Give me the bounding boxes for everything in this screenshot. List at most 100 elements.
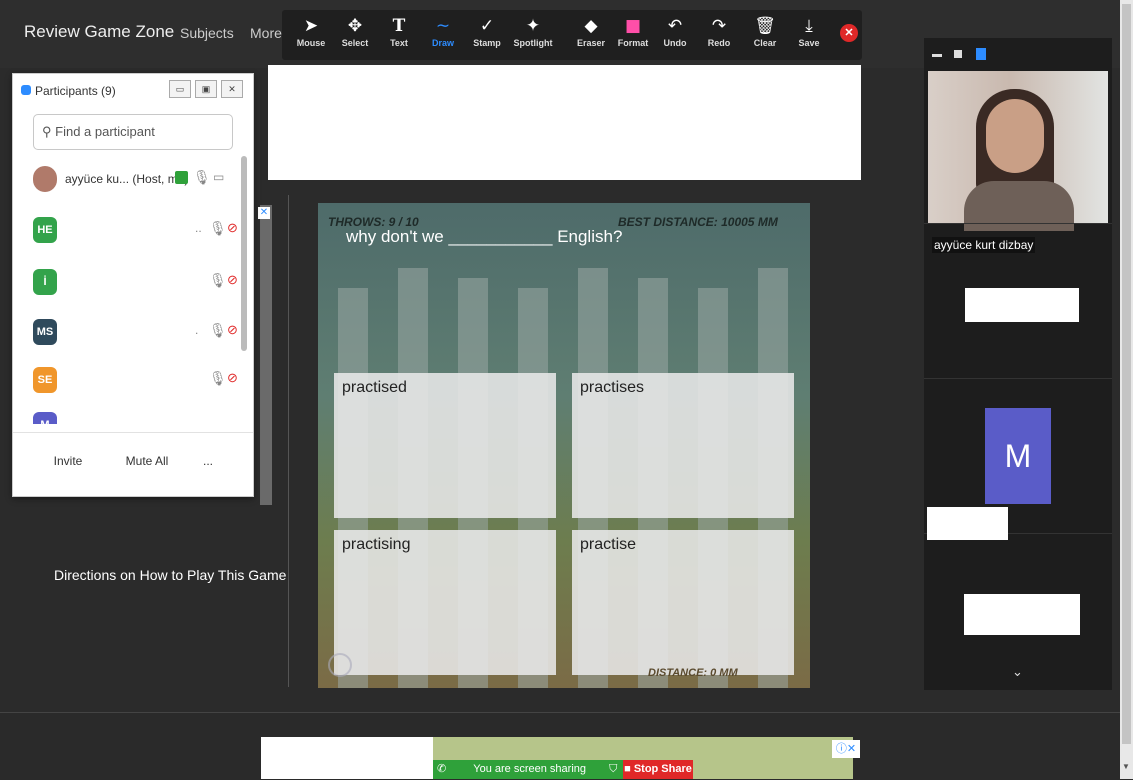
avatar: M (33, 412, 57, 424)
participants-panel: Participants (9) ▭ ▣ ✕ ⚲ Find a particip… (12, 73, 254, 497)
minimize-icon[interactable]: ▭ (169, 80, 191, 98)
participant-search-input[interactable]: ⚲ Find a participant (33, 114, 233, 150)
trash-icon: 🗑 (754, 16, 776, 36)
tool-redo[interactable]: ↷ Redo (696, 14, 742, 58)
tool-stamp[interactable]: ✓ Stamp (464, 14, 510, 58)
ad-close-icon[interactable]: ✕ (258, 207, 270, 219)
eraser-icon: ◆ (584, 16, 598, 36)
tool-mouse[interactable]: ➤ Mouse (288, 14, 334, 58)
participants-scrollbar[interactable] (241, 156, 247, 351)
save-icon: ⤓ (805, 16, 813, 36)
nav-more[interactable]: More (250, 25, 282, 41)
video-off-icon[interactable]: ⊘ (227, 322, 238, 338)
mic-icon[interactable]: 🎙 (193, 169, 211, 186)
tool-undo[interactable]: ↶ Undo (652, 14, 698, 58)
participants-title: Participants (9) (21, 84, 116, 98)
site-title[interactable]: Review Game Zone (24, 22, 174, 42)
game-help-icon[interactable] (328, 653, 352, 677)
close-annotation-icon[interactable]: ✕ (840, 24, 858, 42)
video-off-icon[interactable]: ⊘ (227, 370, 238, 386)
mic-icon[interactable]: 🎙 (209, 220, 227, 237)
video-tile-name (927, 507, 1008, 540)
participant-row[interactable]: İ 🎙 ⊘ (21, 267, 241, 297)
divider (924, 378, 1112, 379)
game-canvas[interactable]: THROWS: 9 / 10 BEST DISTANCE: 10005 MM w… (318, 203, 810, 688)
ad-close-icon[interactable]: ⓘ✕ (832, 740, 860, 758)
participant-name: ayyüce ku... (Host, me) (65, 172, 189, 186)
video-icon[interactable]: ▭ (213, 170, 224, 184)
answer-option-3[interactable]: practising (334, 530, 556, 675)
view-icon[interactable] (954, 50, 962, 58)
chevron-down-icon[interactable]: ⌄ (1012, 664, 1023, 680)
avatar (33, 166, 57, 192)
tool-format[interactable]: ■ Format (610, 14, 656, 58)
pointer-icon: ➤ (303, 16, 319, 36)
video-panel: ayyüce kurt dizbay M ⌄ (924, 38, 1112, 690)
video-off-icon[interactable]: ⊘ (227, 272, 238, 288)
answer-option-1[interactable]: practised (334, 373, 556, 518)
directions-link[interactable]: Directions on How to Play This Game (54, 567, 286, 583)
page-scrollbar[interactable]: ▼ (1120, 0, 1133, 779)
redo-icon: ↷ (711, 16, 727, 36)
restore-icon[interactable]: ▣ (195, 80, 217, 98)
question-text: why don't we ___________ English? (346, 227, 623, 246)
draw-icon: ∼ (435, 16, 451, 36)
divider (924, 223, 1112, 224)
participant-row[interactable]: SE 🎙 ⊘ (21, 365, 241, 395)
video-off-icon[interactable]: ⊘ (227, 220, 238, 236)
best-distance: BEST DISTANCE: 10005 MM (618, 215, 778, 229)
tool-clear[interactable]: 🗑 Clear (742, 14, 788, 58)
avatar: İ (33, 269, 57, 295)
nav-subjects[interactable]: Subjects (180, 25, 234, 41)
undo-icon: ↶ (667, 16, 683, 36)
search-icon: ⚲ (42, 124, 56, 139)
mute-all-button[interactable]: Mute All (117, 449, 177, 473)
tool-eraser[interactable]: ◆ Eraser (568, 14, 614, 58)
participant-row[interactable]: HE .. 🎙 ⊘ (21, 215, 241, 245)
answer-option-4[interactable]: practise (572, 530, 794, 675)
video-tile[interactable] (965, 288, 1079, 322)
minimize-icon[interactable] (932, 54, 942, 57)
avatar: MS (33, 319, 57, 345)
host-video[interactable]: ayyüce kurt dizbay (928, 71, 1108, 253)
phone-icon: ✆ (437, 763, 447, 775)
tool-select[interactable]: ✥ Select (332, 14, 378, 58)
spotlight-icon: ✦ (525, 16, 541, 36)
move-icon: ✥ (347, 16, 363, 36)
mic-icon[interactable]: 🎙 (209, 370, 227, 387)
divider (13, 432, 253, 433)
shared-content-area (261, 737, 433, 779)
more-options-button[interactable]: ... (197, 449, 219, 473)
participant-row[interactable]: M (21, 410, 241, 424)
close-icon[interactable]: ✕ (221, 80, 243, 98)
side-ad-strip (260, 205, 272, 505)
stop-share-button[interactable]: ■ Stop Share (623, 760, 693, 779)
color-swatch-icon: ■ (624, 16, 642, 36)
mic-icon[interactable]: 🎙 (209, 272, 227, 289)
zoom-icon (21, 85, 31, 95)
scroll-down-icon[interactable]: ▼ (1122, 762, 1130, 771)
share-badge-icon (175, 171, 188, 184)
gallery-icon[interactable] (976, 48, 986, 60)
distance-readout: DISTANCE: 0 MM (648, 667, 738, 679)
avatar: SE (33, 367, 57, 393)
tool-text[interactable]: T Text (376, 14, 422, 58)
participant-row[interactable]: ayyüce ku... (Host, me) 🎙 ▭ (21, 164, 241, 194)
invite-button[interactable]: Invite (43, 449, 93, 473)
stop-icon: ■ (624, 763, 631, 775)
divider (288, 195, 289, 687)
host-name-label: ayyüce kurt dizbay (932, 237, 1036, 253)
mic-icon[interactable]: 🎙 (209, 322, 227, 339)
tool-spotlight[interactable]: ✦ Spotlight (510, 14, 556, 58)
video-tile[interactable] (964, 594, 1080, 635)
participant-row[interactable]: MS . 🎙 ⊘ (21, 317, 241, 347)
shield-icon: ⛉ (609, 763, 618, 775)
avatar: HE (33, 217, 57, 243)
participant-avatar-tile[interactable]: M (985, 408, 1051, 504)
tool-save[interactable]: ⤓ Save (786, 14, 832, 58)
shared-content-area (268, 65, 861, 180)
checkmark-icon: ✓ (479, 16, 495, 36)
tool-draw[interactable]: ∼ Draw (420, 14, 466, 58)
screen-share-bar: ✆ You are screen sharing ⛉ ■ Stop Share (433, 760, 693, 779)
answer-option-2[interactable]: practises (572, 373, 794, 518)
